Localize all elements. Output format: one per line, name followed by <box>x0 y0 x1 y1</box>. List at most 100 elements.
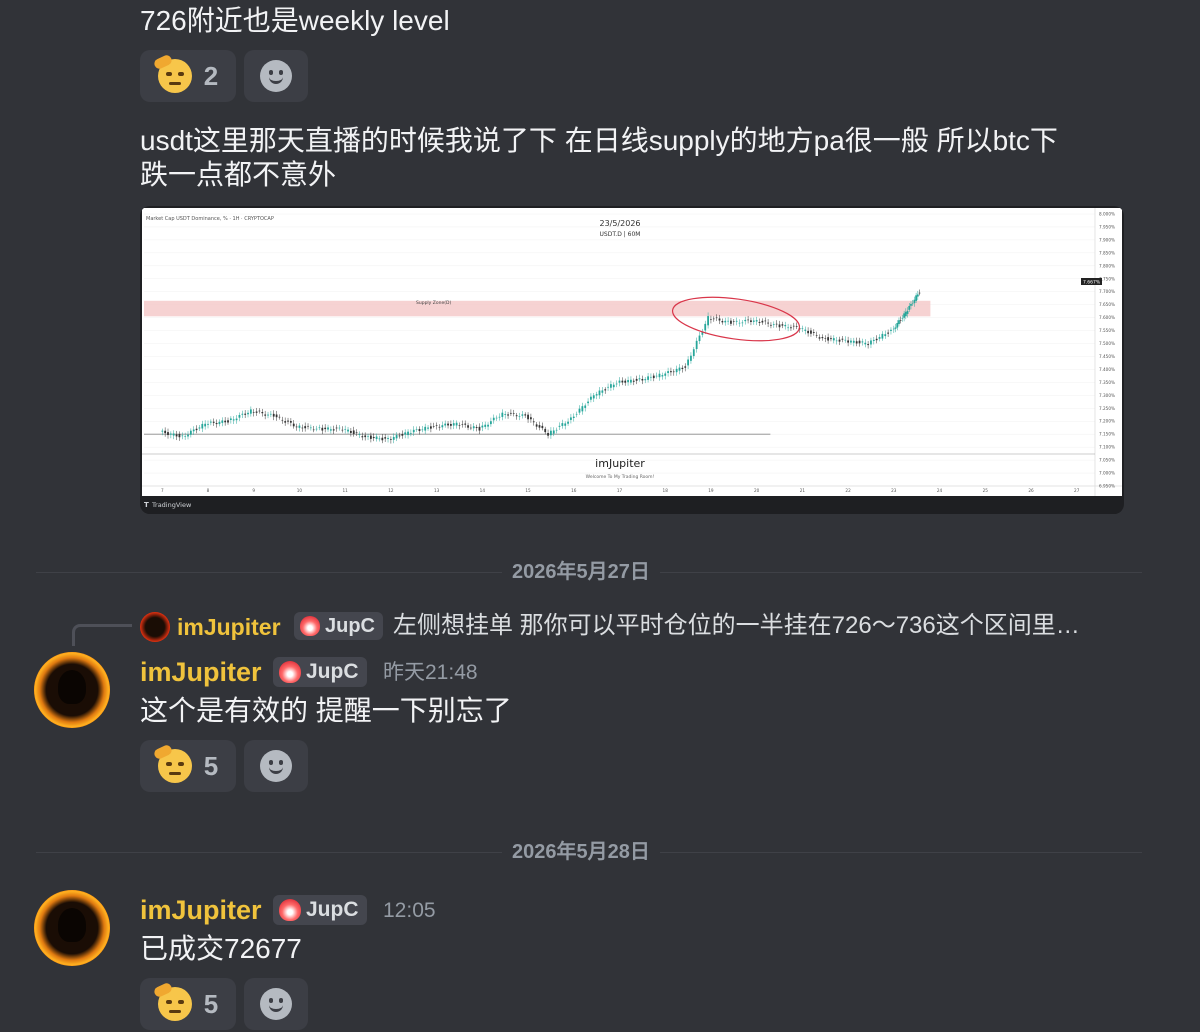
candle-body <box>852 340 855 343</box>
candle-body <box>861 341 864 343</box>
candle-body <box>667 371 669 373</box>
candle-body <box>787 327 789 329</box>
candle-body <box>698 335 701 342</box>
reply-preview-text[interactable]: 左侧想挂单 那你可以平时仓位的一半挂在726～736这个区间里… <box>393 610 1080 642</box>
message-text: 726附近也是weekly level <box>140 5 450 36</box>
candle-body <box>524 414 527 416</box>
candle-body <box>281 419 284 421</box>
x-tick-label: 14 <box>480 488 486 493</box>
candle-body <box>209 421 212 423</box>
x-tick-label: 19 <box>708 488 714 493</box>
candle-body <box>241 413 244 415</box>
candle-body <box>587 401 589 404</box>
candle-body <box>172 433 175 436</box>
add-reaction-button[interactable] <box>244 978 308 1030</box>
chart-attachment[interactable]: 8.000% 7.950% 7.900% 7.850% 7.800% 7.750% 7.70… <box>140 206 1124 514</box>
candle-body <box>584 405 587 408</box>
candle-body <box>815 335 818 336</box>
candle-body <box>261 412 264 414</box>
candle-body <box>252 412 255 413</box>
add-reaction-button[interactable] <box>244 740 308 792</box>
candle-body <box>718 318 721 321</box>
reaction-count: 5 <box>203 750 219 781</box>
y-tick-label: 7.600% <box>1099 315 1115 320</box>
candle-body <box>911 303 914 305</box>
candle-body <box>781 324 784 326</box>
candle-body <box>770 324 772 326</box>
candle-body <box>487 424 489 427</box>
y-tick-label: 7.150% <box>1099 432 1115 437</box>
candle-body <box>824 338 827 339</box>
candle-body <box>467 425 469 428</box>
candle-body <box>192 429 195 432</box>
candle-body <box>804 329 807 331</box>
y-tick-label: 7.050% <box>1099 458 1115 463</box>
candle-body <box>830 338 832 340</box>
reply-connector <box>72 624 132 646</box>
role-tag: JupC <box>273 895 367 925</box>
candle-body <box>638 378 641 380</box>
candle-body <box>490 421 492 425</box>
y-tick-label: 7.900% <box>1099 237 1115 242</box>
candle-body <box>567 421 569 424</box>
flame-icon <box>300 616 320 636</box>
y-tick-label: 7.400% <box>1099 367 1115 372</box>
candle-body <box>612 384 615 388</box>
candle-body <box>767 322 769 324</box>
candle-body <box>644 379 647 381</box>
x-tick-label: 9 <box>252 488 255 493</box>
candle-body <box>535 424 538 427</box>
candle-body <box>872 339 875 341</box>
candle-body <box>398 435 401 437</box>
reaction-salute[interactable]: 5 <box>140 740 236 792</box>
candle-body <box>255 411 258 413</box>
candle-body <box>327 427 329 430</box>
candle-body <box>515 415 518 417</box>
candle-body <box>349 430 352 433</box>
reply-role-tag: JupC <box>294 612 383 640</box>
candle-body <box>395 435 398 439</box>
candle-body <box>832 338 835 341</box>
x-tick-label: 27 <box>1074 488 1080 493</box>
reply-username[interactable]: imJupiter <box>177 612 281 642</box>
username[interactable]: imJupiter <box>140 656 262 688</box>
y-tick-label: 8.000% <box>1099 212 1115 217</box>
candle-body <box>910 304 912 306</box>
candle-body <box>918 292 921 294</box>
reaction-salute[interactable]: 5 <box>140 978 236 1030</box>
reaction-salute[interactable]: 2 <box>140 50 236 102</box>
candle-body <box>369 435 372 439</box>
candle-body <box>247 412 249 415</box>
candle-body <box>232 419 235 421</box>
candle-body <box>195 428 198 431</box>
candle-body <box>575 413 578 415</box>
candle-body <box>532 421 535 423</box>
candle-body <box>772 324 775 326</box>
candle-body <box>278 416 281 418</box>
candle-body <box>295 426 298 428</box>
candle-body <box>484 424 487 427</box>
candle-body <box>332 429 335 431</box>
candle-body <box>181 435 184 437</box>
candle-body <box>347 429 349 432</box>
add-reaction-button[interactable] <box>244 50 308 102</box>
candle-body <box>298 425 301 428</box>
candle-body <box>661 375 664 377</box>
username[interactable]: imJupiter <box>140 894 262 926</box>
candle-body <box>864 342 867 345</box>
avatar[interactable] <box>34 652 110 728</box>
candle-body <box>427 427 429 429</box>
candle-body <box>881 333 884 339</box>
candle-body <box>844 339 847 341</box>
candle-body <box>761 320 764 323</box>
candle-body <box>903 313 906 318</box>
candle-body <box>675 368 678 373</box>
candle-body <box>267 414 269 416</box>
candle-body <box>592 395 595 399</box>
candle-body <box>778 324 781 328</box>
candle-body <box>812 332 815 333</box>
candle-body <box>461 424 464 425</box>
candle-body <box>530 417 532 420</box>
smile-icon <box>260 60 292 92</box>
avatar[interactable] <box>34 890 110 966</box>
